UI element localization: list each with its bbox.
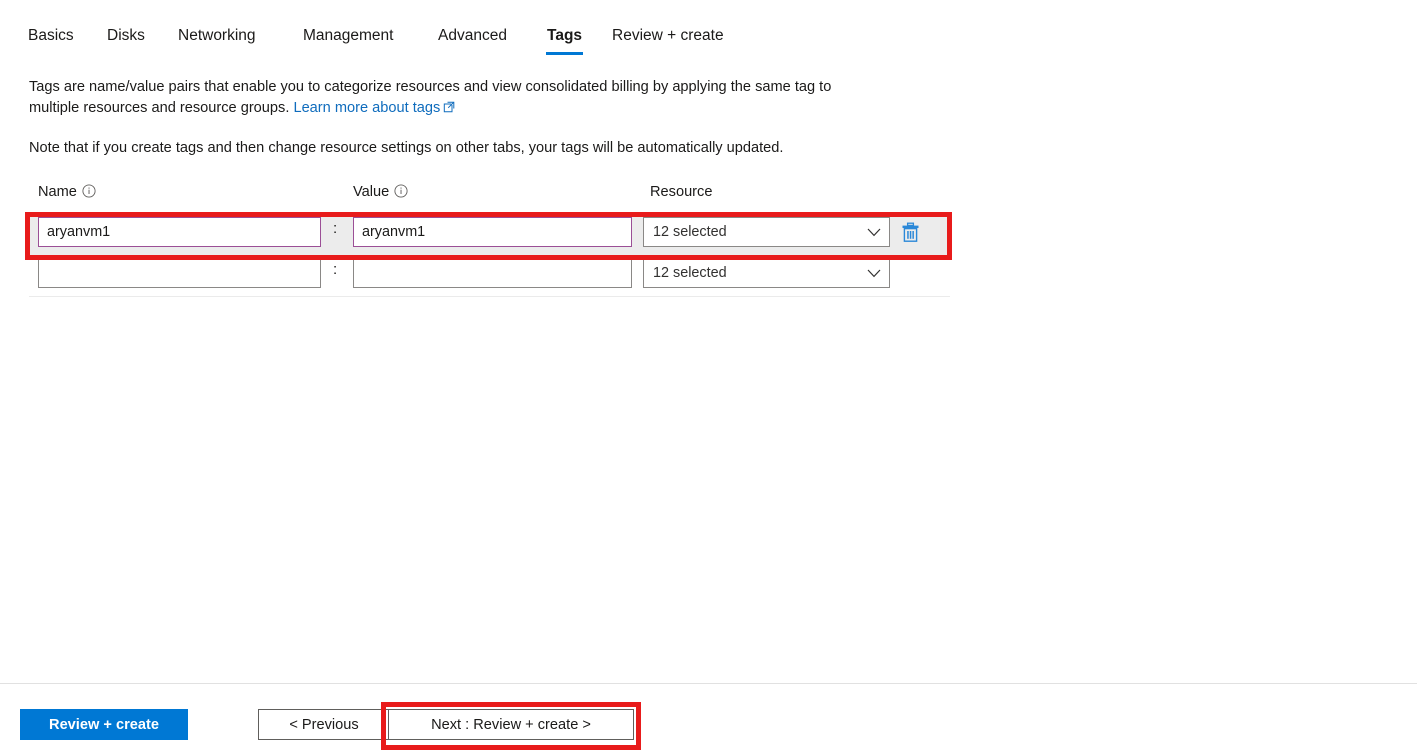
wizard-tab-strip: Basics Disks Networking Management Advanced T… [0,0,1417,60]
next-review-create-button[interactable]: Next : Review + create > [388,709,634,740]
previous-button-label: < Previous [289,716,359,733]
tags-description-line-2: multiple resources and resource groups. … [29,96,455,121]
column-header-resource: Resource [650,184,712,200]
tags-description-line-1-text: Tags are name/value pairs that enable yo… [29,79,832,95]
column-header-name: Name [38,184,96,202]
name-info-icon[interactable] [82,184,96,202]
tag-name-input[interactable] [38,217,321,247]
tab-label: Basics [28,27,74,44]
review-create-button-label: Review + create [49,716,159,733]
chevron-down-icon [859,269,889,278]
tags-auto-update-note-text: Note that if you create tags and then ch… [29,140,784,156]
tab-label: Disks [107,27,145,44]
tag-resource-dropdown[interactable]: 12 selected [643,258,890,288]
tag-resource-dropdown-value: 12 selected [653,265,727,281]
tag-name-input[interactable] [38,258,321,288]
tags-description-line-2-text: multiple resources and resource groups. [29,100,290,116]
tab-label: Management [303,27,394,44]
tab-networking[interactable]: Networking [177,25,257,55]
tag-separator-colon: : [333,261,338,278]
tab-review-create[interactable]: Review + create [611,25,725,55]
column-header-value-label: Value [353,184,390,200]
previous-button[interactable]: < Previous [258,709,390,740]
tab-disks[interactable]: Disks [106,25,146,55]
learn-more-about-tags-label: Learn more about tags [293,100,441,116]
tag-resource-dropdown-value: 12 selected [653,224,727,240]
chevron-down-icon [859,228,889,237]
learn-more-about-tags-link[interactable]: Learn more about tags [293,100,455,116]
external-link-icon [443,97,455,121]
tag-separator-colon: : [333,220,338,237]
azure-create-vm-tags-page: Basics Disks Networking Management Advanced T… [0,0,1417,753]
tag-resource-dropdown[interactable]: 12 selected [643,217,890,247]
footer-divider [0,683,1417,684]
tab-label: Networking [178,27,256,44]
tab-label: Review + create [612,27,724,44]
tab-tags[interactable]: Tags [546,25,584,55]
tab-advanced[interactable]: Advanced [437,25,508,55]
value-info-icon[interactable] [394,184,408,202]
tag-value-input[interactable] [353,217,632,247]
tab-basics[interactable]: Basics [27,25,75,55]
tab-label: Advanced [438,27,507,44]
tab-management[interactable]: Management [302,25,394,55]
column-header-resource-label: Resource [650,184,713,200]
column-header-name-label: Name [38,184,77,200]
tag-table-separator [29,296,950,297]
next-review-create-button-label: Next : Review + create > [431,716,591,733]
delete-tag-button[interactable] [897,218,923,246]
tags-auto-update-note: Note that if you create tags and then ch… [29,136,783,160]
column-header-value: Value [353,184,408,202]
tab-label: Tags [547,27,583,44]
review-create-button[interactable]: Review + create [20,709,188,740]
tag-value-input[interactable] [353,258,632,288]
